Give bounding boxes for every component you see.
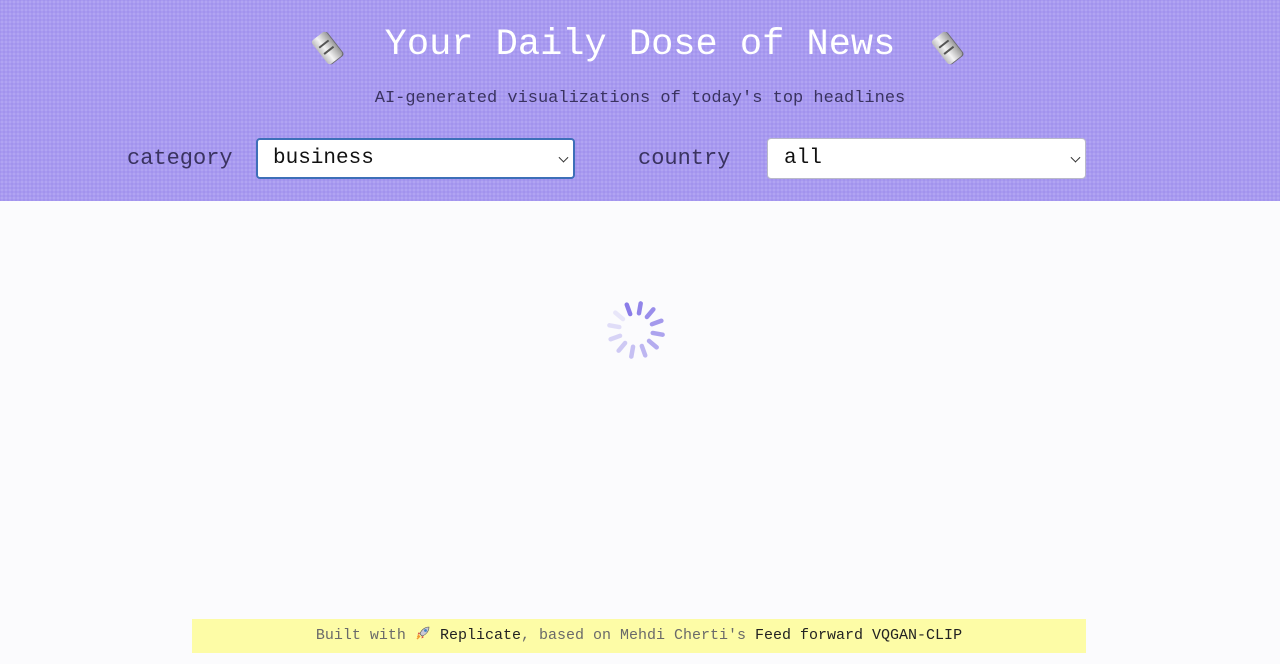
loading-spinner-icon xyxy=(607,301,665,359)
chevron-down-icon xyxy=(558,152,569,163)
spinner-tick xyxy=(649,318,664,327)
spinner-tick xyxy=(624,302,633,317)
spinner-tick xyxy=(629,344,636,359)
spinner-tick xyxy=(646,338,659,350)
spinner-tick xyxy=(607,323,622,330)
header-banner: Your Daily Dose of News AI-generated vis… xyxy=(0,0,1280,201)
spinner-tick xyxy=(608,333,623,342)
rolled-newspaper-icon xyxy=(930,27,968,66)
vqgan-clip-link[interactable]: Feed forward VQGAN-CLIP xyxy=(755,627,962,644)
rolled-newspaper-icon xyxy=(311,27,348,66)
chevron-down-icon xyxy=(1070,152,1081,163)
footer-middle: , based on Mehdi Cherti's xyxy=(520,627,747,644)
replicate-link[interactable]: Replicate xyxy=(440,627,521,644)
page-title-text: Your Daily Dose of News xyxy=(384,24,896,66)
country-select[interactable]: all xyxy=(767,138,1086,179)
footer-prefix: Built with xyxy=(315,627,406,644)
spinner-tick xyxy=(613,310,626,322)
category-select-value: business xyxy=(273,147,374,170)
spinner-tick xyxy=(636,301,643,316)
spinner-tick xyxy=(639,343,648,358)
category-label: category xyxy=(127,146,233,171)
rocket-icon xyxy=(416,626,430,640)
spinner-tick xyxy=(644,307,656,320)
spinner-tick xyxy=(650,330,665,337)
country-label: country xyxy=(638,146,731,171)
country-select-value: all xyxy=(784,147,822,170)
spinner-tick xyxy=(616,340,628,353)
footer-credits: Built with Replicate, based on Mehdi Che… xyxy=(192,619,1086,653)
category-select[interactable]: business xyxy=(256,138,575,179)
page-title: Your Daily Dose of News xyxy=(0,18,1280,73)
page-subtitle: AI-generated visualizations of today's t… xyxy=(374,89,906,108)
